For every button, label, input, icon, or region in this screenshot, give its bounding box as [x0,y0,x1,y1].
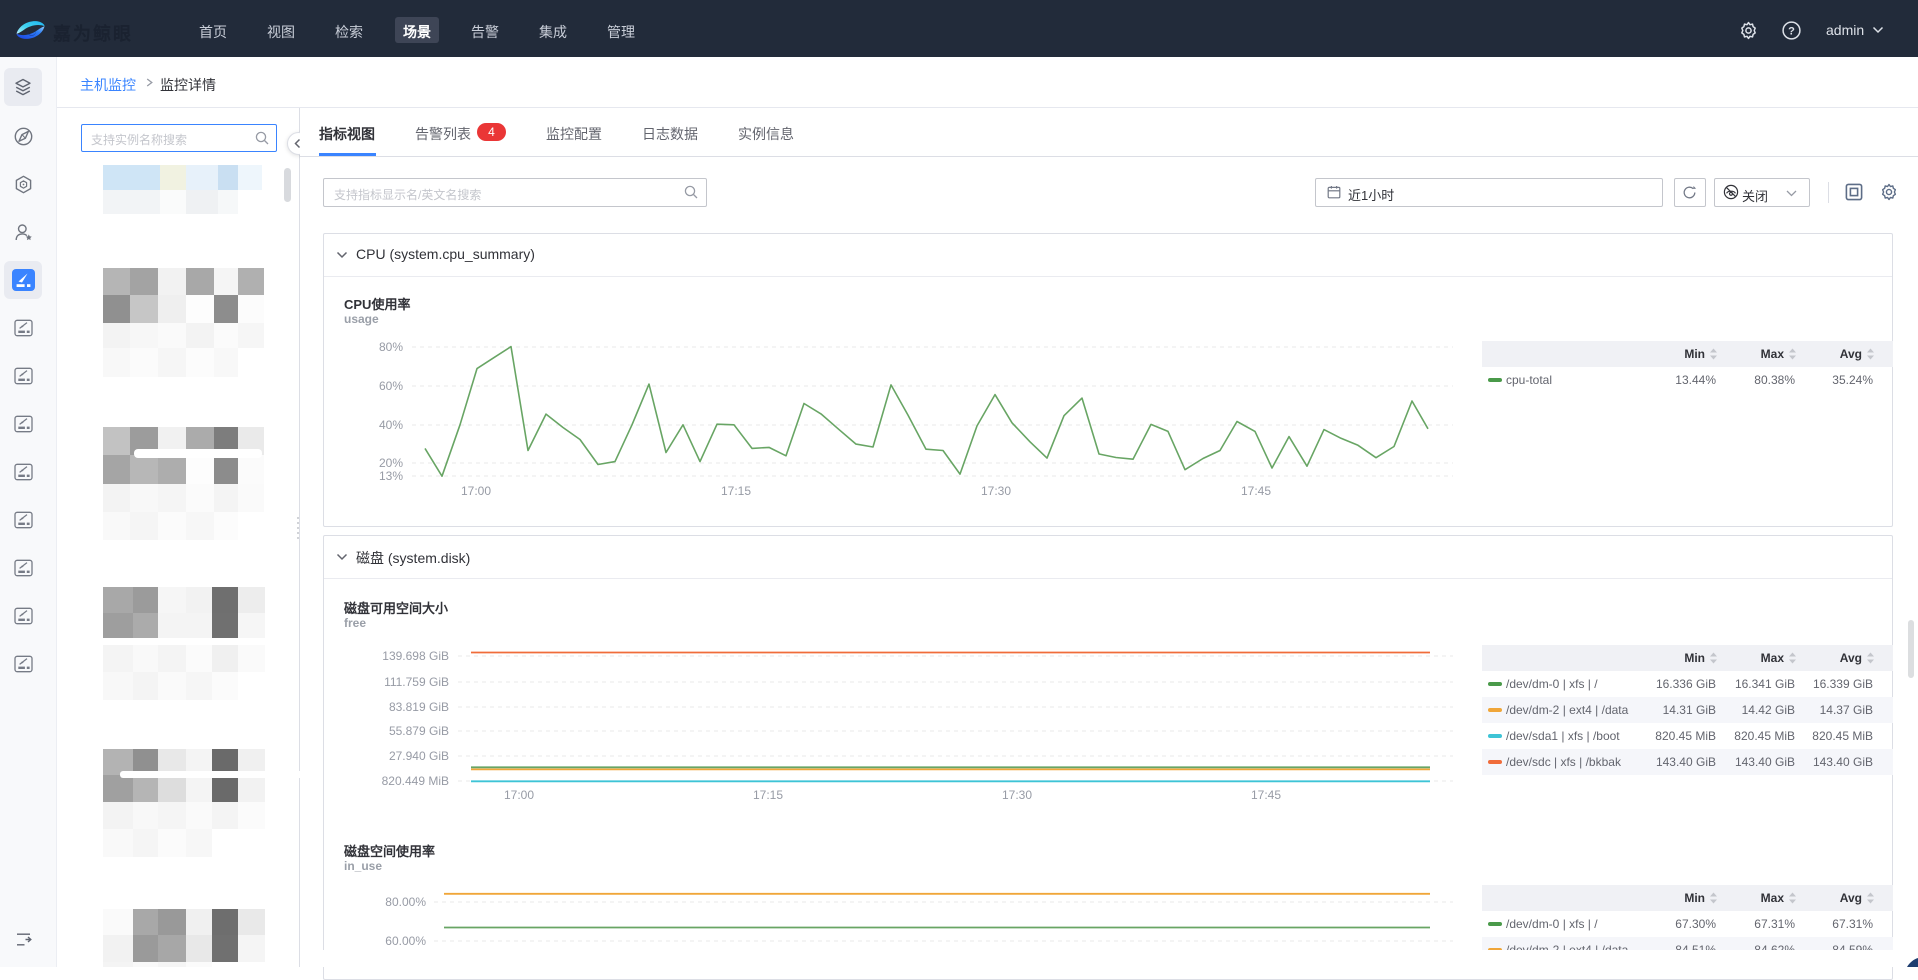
svg-text:?: ? [1788,25,1795,37]
